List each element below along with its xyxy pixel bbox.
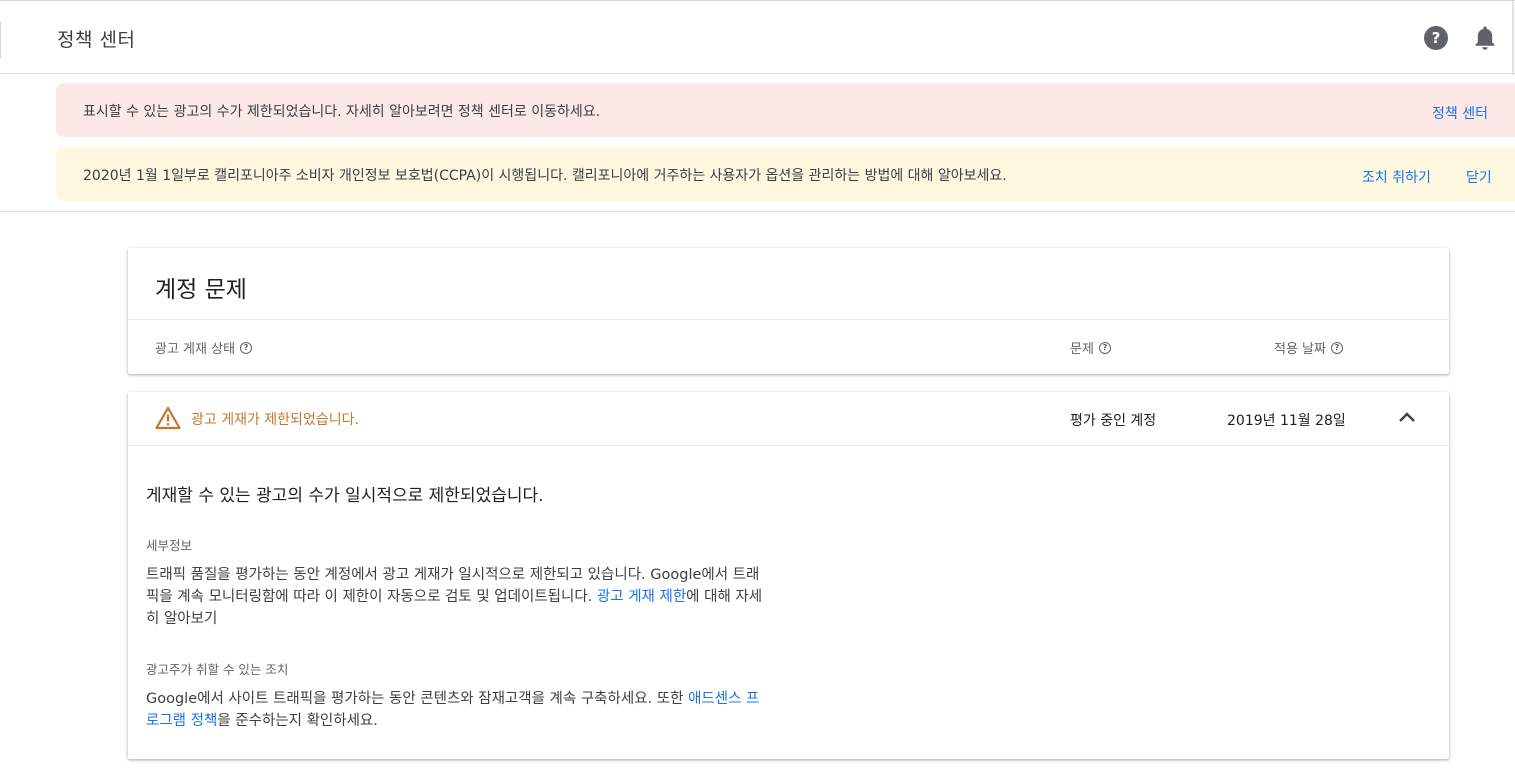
app-bar-right-divider [1512, 1, 1514, 75]
column-header-status-label: 광고 게재 상태 [155, 342, 236, 357]
help-icon[interactable]: ? [1424, 26, 1448, 50]
issue-row[interactable]: 광고 게재가 제한되었습니다. 평가 중인 계정 2019년 11월 28일 [128, 392, 1449, 445]
content-divider [0, 211, 1515, 212]
issue-divider [128, 445, 1449, 446]
details-label: 세부정보 [146, 538, 193, 553]
help-circle-icon[interactable]: ? [1098, 341, 1111, 354]
issue-headline: 게재할 수 있는 광고의 수가 일시적으로 제한되었습니다. [146, 486, 544, 506]
actions-text: Google에서 사이트 트래픽을 평가하는 동안 콘텐츠와 잠재고객을 계속 … [146, 688, 771, 732]
help-circle-icon[interactable]: ? [240, 341, 253, 354]
app-bar-left-divider [0, 21, 1, 59]
account-issues-title: 계정 문제 [155, 277, 247, 303]
ad-limit-banner: 표시할 수 있는 광고의 수가 제한되었습니다. 자세히 알아보려면 정책 센터… [56, 83, 1515, 137]
dismiss-link[interactable]: 닫기 [1466, 167, 1492, 187]
warning-icon [155, 406, 181, 430]
top-app-bar: 정책 센터 ? [0, 0, 1515, 75]
chevron-up-icon[interactable] [1398, 411, 1416, 423]
actions-body: Google에서 사이트 트래픽을 평가하는 동안 콘텐츠와 잠재고객을 계속 … [146, 691, 689, 707]
ccpa-banner: 2020년 1월 1일부로 캘리포니아주 소비자 개인정보 보호법(CCPA)이… [56, 147, 1515, 201]
issue-date: 2019년 11월 28일 [1227, 413, 1346, 429]
ccpa-banner-message: 2020년 1월 1일부로 캘리포니아주 소비자 개인정보 보호법(CCPA)이… [83, 168, 1007, 184]
policy-center-link[interactable]: 정책 센터 [1432, 103, 1488, 123]
actions-label: 광고주가 취할 수 있는 조치 [146, 662, 289, 677]
column-header-problem-label: 문제 [1070, 342, 1094, 357]
issue-problem: 평가 중인 계정 [1070, 413, 1157, 429]
issue-card: 광고 게재가 제한되었습니다. 평가 중인 계정 2019년 11월 28일 게… [128, 392, 1449, 759]
ad-serving-limits-link[interactable]: 광고 게재 제한 [597, 589, 686, 605]
bell-icon[interactable] [1474, 25, 1496, 51]
ad-limit-banner-message: 표시할 수 있는 광고의 수가 제한되었습니다. 자세히 알아보려면 정책 센터… [83, 104, 601, 120]
column-header-date: 적용 날짜 ? [1274, 338, 1343, 357]
help-circle-icon[interactable]: ? [1330, 341, 1343, 354]
details-text: 트래픽 품질을 평가하는 동안 계정에서 광고 게재가 일시적으로 제한되고 있… [146, 564, 771, 630]
column-header-problem: 문제 ? [1070, 338, 1111, 357]
card-divider [128, 319, 1449, 320]
take-action-link[interactable]: 조치 취하기 [1362, 167, 1431, 187]
policy-center-page: 정책 센터 ? 표시할 수 있는 광고의 수가 제한되었습니다. 자세히 알아보… [0, 0, 1515, 772]
account-issues-card: 계정 문제 광고 게재 상태 ? 문제 ? 적용 날짜 ? [128, 248, 1449, 374]
issue-title: 광고 게재가 제한되었습니다. [191, 412, 359, 428]
actions-suffix: 을 준수하는지 확인하세요. [217, 713, 378, 729]
page-title: 정책 센터 [57, 29, 136, 51]
column-header-date-label: 적용 날짜 [1274, 342, 1326, 357]
column-header-status: 광고 게재 상태 ? [155, 338, 253, 357]
